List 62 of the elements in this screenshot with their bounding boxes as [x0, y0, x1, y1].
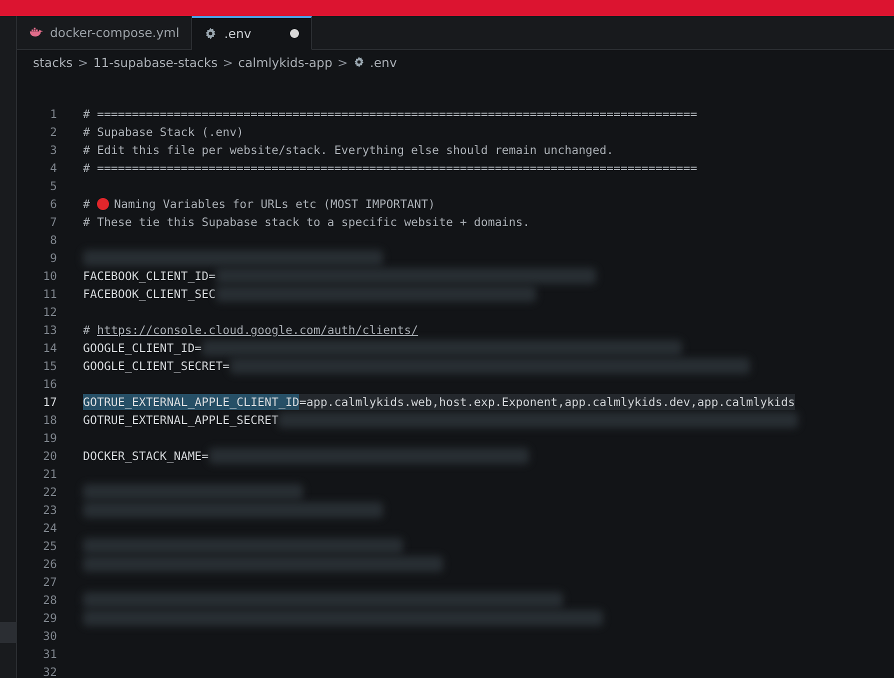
line-number: 7: [49, 215, 57, 229]
line-number: 18: [42, 413, 57, 427]
circle-emoji-icon: [96, 198, 109, 210]
line-number: 24: [42, 521, 57, 535]
comment-hash: #: [83, 197, 90, 211]
line-number: 4: [49, 161, 57, 175]
code-comment: # ======================================================================================: [83, 161, 698, 175]
whale-icon: [29, 26, 43, 38]
breadcrumb-item[interactable]: calmlykids-app: [238, 54, 332, 70]
line-number: 26: [42, 557, 57, 571]
code-comment: # ======================================================================================: [83, 107, 698, 121]
line-number: 15: [42, 359, 57, 373]
line-number: 32: [42, 665, 57, 678]
unsaved-dot-icon: [290, 29, 300, 38]
line-number: 16: [42, 377, 57, 391]
line-number: 17: [42, 395, 57, 409]
line-number: 5: [49, 179, 57, 193]
line-number: 13: [42, 323, 57, 337]
code-text: FACEBOOK_CLIENT_SEC: [83, 287, 216, 301]
line-number: 1: [49, 107, 57, 121]
breadcrumb-item[interactable]: 11-supabase-stacks: [93, 54, 218, 70]
breadcrumb-separator: >: [337, 54, 348, 70]
line-number: 3: [49, 143, 57, 157]
gear-icon: [204, 27, 218, 40]
code-text: =app.calmlykids.web,host.exp.Exponent,app.calmlykids.dev,app.calmlykids: [299, 394, 795, 410]
gear-icon: [352, 56, 365, 68]
line-number: 11: [42, 287, 57, 301]
editor-tab[interactable]: .env: [192, 16, 312, 50]
code-comment: # Supabase Stack (.env): [83, 125, 244, 139]
code-comment: # Edit this file per website/stack. Everything else should remain unchanged.: [83, 143, 614, 157]
line-number: 25: [42, 539, 57, 553]
line-number: 22: [42, 485, 57, 499]
breadcrumb-separator: >: [78, 54, 88, 70]
line-number: 21: [42, 467, 57, 481]
code-text: FACEBOOK_CLIENT_ID=: [83, 269, 216, 283]
breadcrumb-item[interactable]: .env: [370, 54, 397, 70]
code-text: GOOGLE_CLIENT_SECRET=: [83, 359, 230, 373]
line-number: 2: [49, 125, 57, 139]
line-number: 30: [42, 629, 57, 643]
line-number: 19: [42, 431, 57, 445]
line-number: 14: [42, 341, 57, 355]
line-number: 12: [42, 305, 57, 319]
line-number: 9: [49, 251, 57, 265]
line-number: 29: [42, 611, 57, 625]
breadcrumb-item[interactable]: stacks: [33, 54, 73, 70]
selected-text: GOTRUE_EXTERNAL_APPLE_CLIENT_ID: [83, 394, 300, 410]
line-number: 28: [42, 593, 57, 607]
line-number: 27: [42, 575, 57, 589]
code-comment: # These tie this Supabase stack to a specific website + domains.: [83, 215, 530, 229]
line-number: 6: [49, 197, 57, 211]
code-comment: Naming Variables for URLs etc (MOST IMPORTANT): [114, 197, 436, 211]
comment-hash: #: [83, 323, 90, 337]
url-link[interactable]: https://console.cloud.google.com/auth/clients/: [96, 323, 418, 337]
line-number: 20: [42, 449, 57, 463]
line-number: 31: [42, 647, 57, 661]
code-text: DOCKER_STACK_NAME=: [83, 449, 209, 463]
line-number: 8: [49, 233, 57, 247]
code-text: GOOGLE_CLIENT_ID=: [83, 341, 202, 355]
line-number: 10: [42, 269, 57, 283]
code-text: GOTRUE_EXTERNAL_APPLE_SECRET: [83, 413, 278, 427]
breadcrumb-separator: >: [222, 54, 234, 70]
line-number: 23: [42, 503, 57, 517]
